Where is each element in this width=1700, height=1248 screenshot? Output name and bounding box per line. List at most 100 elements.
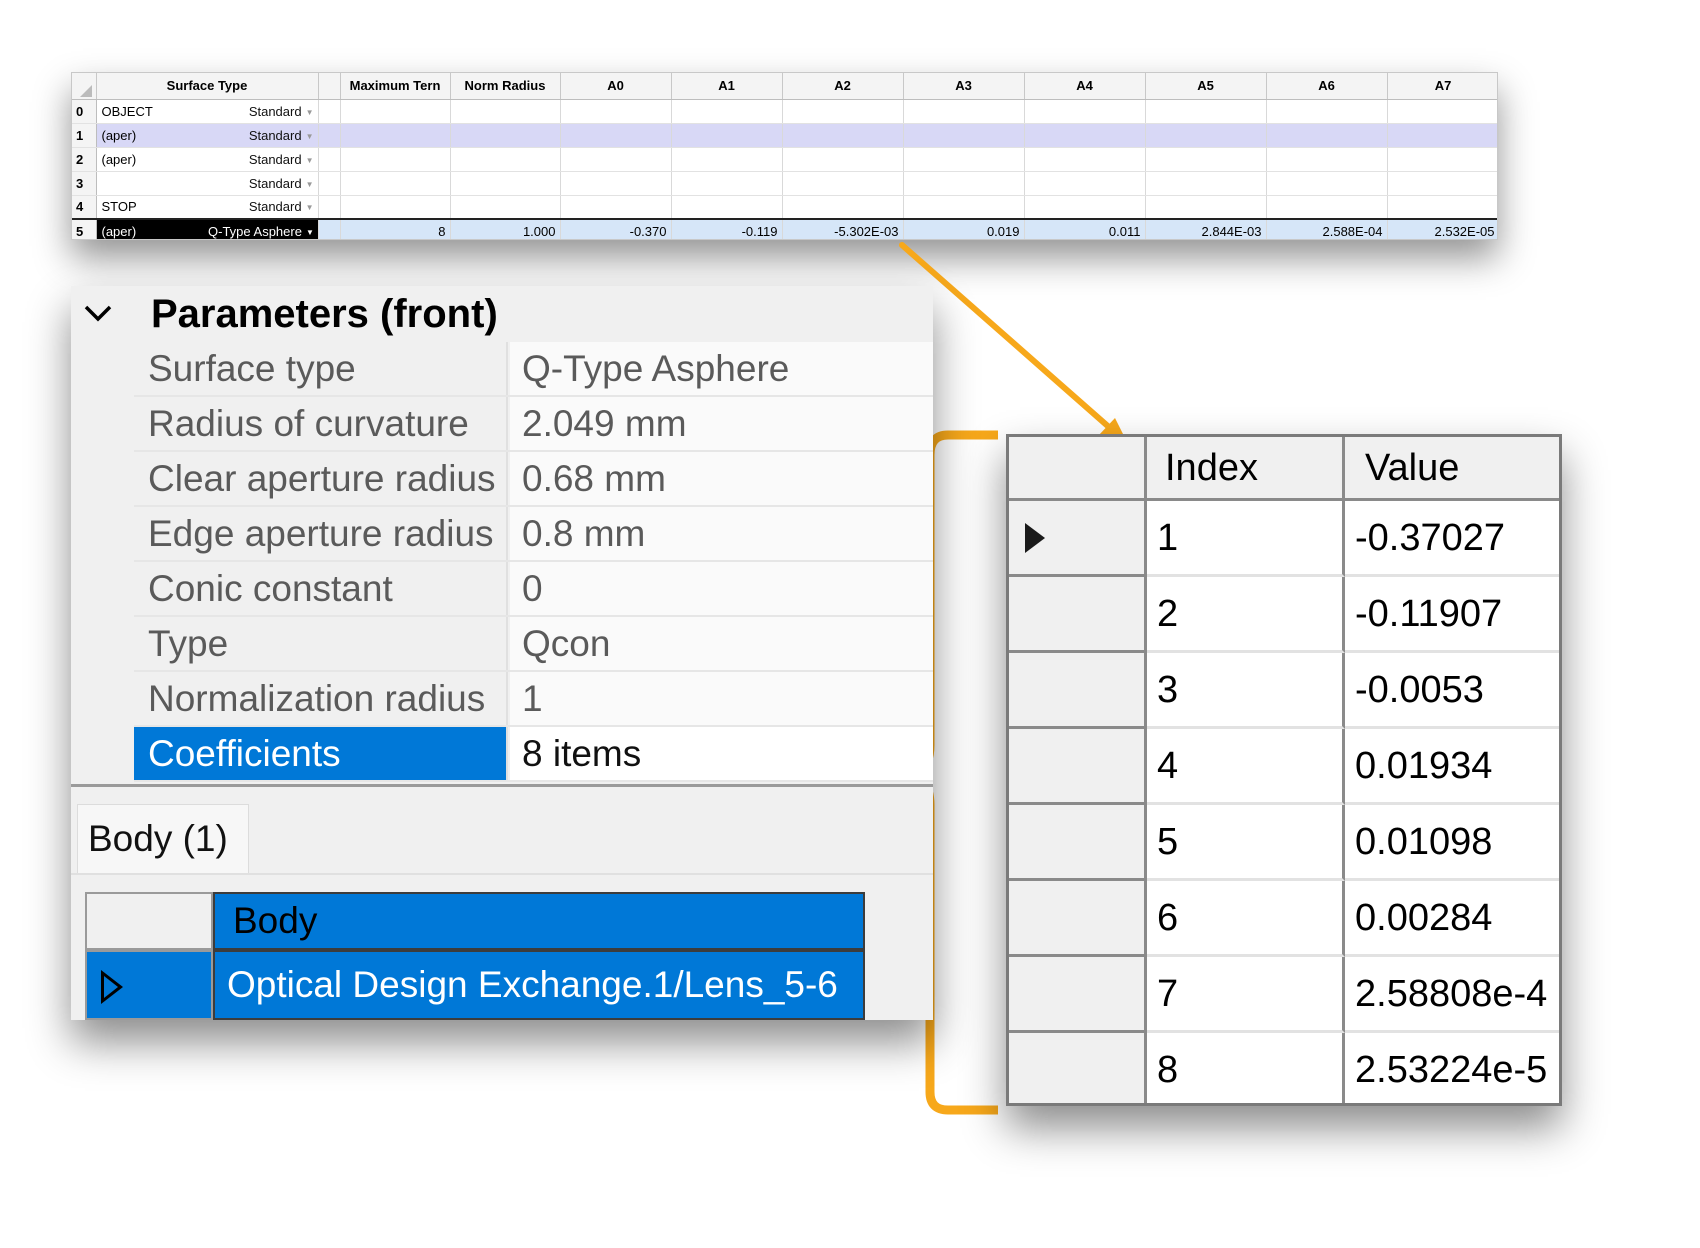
surface-number[interactable]: 5 (72, 218, 97, 239)
surface-number[interactable]: 0 (72, 99, 97, 124)
coefficient-row[interactable]: 1 -0.37027 (1009, 501, 1559, 577)
surface-param-cell[interactable] (671, 195, 783, 220)
surface-param-cell[interactable] (903, 147, 1025, 172)
solve-cell[interactable] (318, 123, 341, 148)
column-header-a2[interactable]: A2 (782, 73, 904, 100)
coefficient-value[interactable]: 0.01098 (1345, 805, 1559, 881)
surface-param-cell[interactable] (782, 195, 904, 220)
property-row[interactable]: Type Qcon (134, 617, 933, 672)
surface-row[interactable]: 4 STOP Standard ▼ (72, 195, 1497, 220)
surface-param-cell[interactable] (450, 99, 561, 124)
surface-param-cell[interactable] (560, 171, 672, 196)
solve-cell[interactable] (318, 171, 341, 196)
column-header-a5[interactable]: A5 (1145, 73, 1267, 100)
dropdown-arrow-icon[interactable]: ▼ (306, 156, 314, 165)
surface-param-cell[interactable] (560, 99, 672, 124)
surface-param-cell[interactable] (1024, 123, 1146, 148)
property-name[interactable]: Radius of curvature (134, 397, 508, 450)
grid-corner[interactable] (72, 73, 97, 100)
surface-param-cell[interactable] (1145, 99, 1267, 124)
solve-cell[interactable] (318, 99, 341, 124)
row-selector[interactable] (1009, 501, 1147, 577)
row-selector[interactable] (1009, 881, 1147, 957)
property-row[interactable]: Coefficients 8 items (134, 727, 933, 782)
property-name[interactable]: Normalization radius (134, 672, 508, 725)
coefficient-value[interactable]: 2.58808e-4 (1345, 957, 1559, 1033)
column-header-a1[interactable]: A1 (671, 73, 783, 100)
property-row[interactable]: Clear aperture radius 0.68 mm (134, 452, 933, 507)
coefficient-value[interactable]: 0.00284 (1345, 881, 1559, 957)
surface-param-cell[interactable] (1024, 195, 1146, 220)
surface-param-cell[interactable] (782, 99, 904, 124)
row-selector[interactable] (1009, 577, 1147, 653)
surface-param-cell[interactable] (560, 147, 672, 172)
surface-number[interactable]: 3 (72, 171, 97, 196)
column-header-norm-radius[interactable]: Norm Radius (450, 73, 561, 100)
surface-param-cell[interactable]: 2.588E-04 (1266, 218, 1388, 239)
surface-param-cell[interactable] (340, 123, 451, 148)
coefficients-grid-corner[interactable] (1009, 437, 1147, 501)
surface-param-cell[interactable] (1266, 195, 1388, 220)
property-row[interactable]: Radius of curvature 2.049 mm (134, 397, 933, 452)
surface-comment[interactable]: (aper) (96, 218, 203, 239)
surface-param-cell[interactable]: 0.019 (903, 218, 1025, 239)
surface-param-cell[interactable] (340, 147, 451, 172)
surface-param-cell[interactable] (671, 99, 783, 124)
surface-row[interactable]: 3 Standard ▼ (72, 171, 1497, 196)
solve-cell[interactable] (318, 147, 341, 172)
surface-param-cell[interactable] (450, 123, 561, 148)
property-row[interactable]: Normalization radius 1 (134, 672, 933, 727)
surface-param-cell[interactable] (1145, 171, 1267, 196)
surface-param-cell[interactable] (1266, 123, 1388, 148)
parameters-header[interactable]: Parameters (front) (71, 286, 933, 342)
surface-type-dropdown[interactable]: Standard ▼ (203, 195, 319, 220)
property-row[interactable]: Conic constant 0 (134, 562, 933, 617)
surface-param-cell[interactable] (450, 171, 561, 196)
surface-param-cell[interactable] (450, 195, 561, 220)
surface-type-dropdown[interactable]: Standard ▼ (203, 123, 319, 148)
surface-param-cell[interactable]: 8 (340, 218, 451, 239)
surface-number[interactable]: 1 (72, 123, 97, 148)
surface-comment[interactable]: OBJECT (96, 99, 203, 124)
coefficient-value[interactable]: -0.11907 (1345, 577, 1559, 653)
coefficient-row[interactable]: 6 0.00284 (1009, 881, 1559, 957)
dropdown-arrow-icon[interactable]: ▼ (306, 228, 314, 237)
column-header-a6[interactable]: A6 (1266, 73, 1388, 100)
property-value[interactable]: Q-Type Asphere (510, 342, 933, 395)
coefficient-row[interactable]: 5 0.01098 (1009, 805, 1559, 881)
surface-param-cell[interactable] (782, 171, 904, 196)
dropdown-arrow-icon[interactable]: ▼ (306, 180, 314, 189)
row-selector[interactable] (1009, 805, 1147, 881)
surface-param-cell[interactable]: 2.532E-05 (1387, 218, 1497, 239)
row-selector[interactable] (1009, 653, 1147, 729)
surface-param-cell[interactable] (450, 147, 561, 172)
surface-param-cell[interactable] (671, 171, 783, 196)
surface-comment[interactable]: (aper) (96, 123, 203, 148)
row-selector[interactable] (1009, 957, 1147, 1033)
surface-param-cell[interactable] (1266, 147, 1388, 172)
surface-row[interactable]: 5 (aper) Q-Type Asphere ▼ 8 1.000 -0.370 -0.119… (72, 218, 1497, 239)
property-name[interactable]: Edge aperture radius (134, 507, 508, 560)
surface-param-cell[interactable] (782, 123, 904, 148)
surface-number[interactable]: 4 (72, 195, 97, 220)
coefficient-row[interactable]: 7 2.58808e-4 (1009, 957, 1559, 1033)
surface-row[interactable]: 2 (aper) Standard ▼ (72, 147, 1497, 172)
column-header-a3[interactable]: A3 (903, 73, 1025, 100)
surface-param-cell[interactable] (1145, 147, 1267, 172)
surface-param-cell[interactable] (1024, 147, 1146, 172)
coefficient-value[interactable]: 0.01934 (1345, 729, 1559, 805)
column-header-body[interactable]: Body (213, 892, 865, 950)
chevron-down-icon[interactable] (83, 300, 113, 326)
surface-param-cell[interactable] (1266, 99, 1388, 124)
column-header-surface-type[interactable]: Surface Type (96, 73, 319, 100)
surface-param-cell[interactable] (1145, 195, 1267, 220)
surface-param-cell[interactable] (560, 195, 672, 220)
surface-param-cell[interactable] (903, 171, 1025, 196)
body-grid-cell[interactable]: Optical Design Exchange.1/Lens_5-6 (213, 950, 865, 1020)
row-selector[interactable] (85, 950, 213, 1020)
coefficient-value[interactable]: 2.53224e-5 (1345, 1033, 1559, 1103)
surface-param-cell[interactable]: 1.000 (450, 218, 561, 239)
surface-comment[interactable]: STOP (96, 195, 203, 220)
property-name[interactable]: Conic constant (134, 562, 508, 615)
property-row[interactable]: Edge aperture radius 0.8 mm (134, 507, 933, 562)
